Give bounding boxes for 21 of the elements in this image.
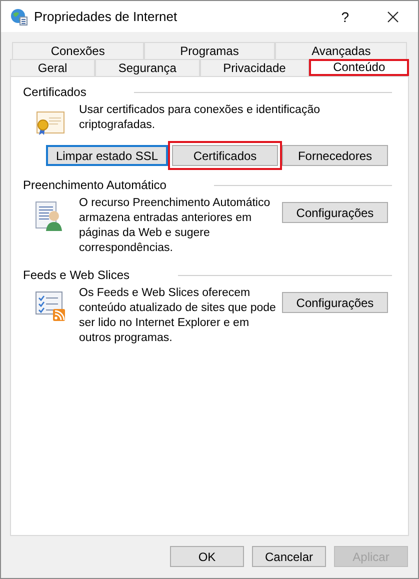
- section-title: Certificados: [23, 85, 86, 99]
- section-title: Preenchimento Automático: [23, 178, 166, 192]
- tab[interactable]: Privacidade: [200, 59, 310, 76]
- window-title: Propriedades de Internet: [34, 9, 178, 24]
- tab[interactable]: Programas: [144, 42, 276, 59]
- tab[interactable]: Conteúdo: [309, 59, 409, 76]
- button[interactable]: Certificados: [168, 141, 282, 170]
- section-description: Os Feeds e Web Slices oferecem conteúdo atualizado de sites que pode ser lido no Internet Explorer e em outros programas.: [79, 286, 277, 346]
- feed-list-icon: [34, 290, 66, 322]
- footer-button[interactable]: OK: [170, 546, 244, 567]
- globe-icon: [10, 8, 28, 26]
- tab[interactable]: Geral: [10, 59, 96, 76]
- footer-button[interactable]: Cancelar: [252, 546, 326, 567]
- tab[interactable]: Avançadas: [275, 42, 408, 59]
- section-description: Usar certificados para conexões e identificação criptografadas.: [79, 103, 321, 133]
- section-description: O recurso Preenchimento Automático armazena entradas anteriores em páginas da Web e sugere correspondências.: [79, 196, 272, 256]
- tab[interactable]: Conexões: [12, 42, 144, 59]
- tab[interactable]: Segurança: [95, 59, 200, 76]
- close-icon[interactable]: [387, 10, 399, 22]
- help-button[interactable]: ?: [341, 8, 349, 24]
- section-title: Feeds e Web Slices: [23, 268, 130, 282]
